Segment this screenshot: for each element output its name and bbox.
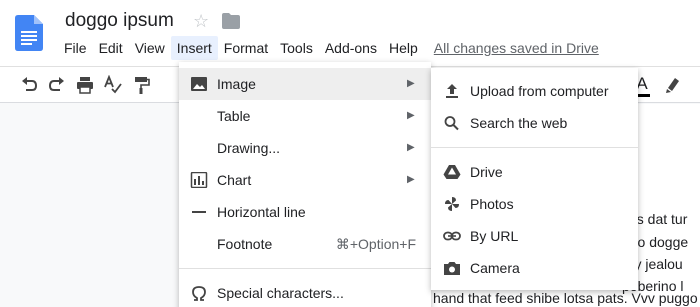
docs-logo-icon[interactable]: [15, 15, 43, 51]
submenu-arrow-icon: ▶: [407, 110, 415, 121]
app-header: doggo ipsum ☆ File Edit View Insert Form…: [0, 0, 700, 66]
spellcheck-icon[interactable]: [103, 75, 123, 95]
menu-edit[interactable]: Edit: [93, 36, 129, 60]
menu-divider: [179, 268, 431, 269]
insert-chart-item[interactable]: Chart ▶: [179, 164, 431, 196]
menu-format[interactable]: Format: [218, 36, 274, 60]
submenu-arrow-icon: ▶: [407, 174, 415, 185]
folder-icon[interactable]: [222, 13, 240, 29]
upload-from-computer-label: Upload from computer: [470, 83, 609, 99]
image-icon: [191, 77, 207, 91]
image-submenu: Upload from computer Search the web Driv…: [431, 68, 638, 290]
omega-icon: [192, 286, 206, 301]
upload-from-computer-item[interactable]: Upload from computer: [431, 75, 638, 107]
menu-view[interactable]: View: [129, 36, 171, 60]
drive-item[interactable]: Drive: [431, 156, 638, 188]
insert-special-characters-label: Special characters...: [217, 285, 344, 301]
search-the-web-label: Search the web: [470, 115, 568, 131]
insert-footnote-label: Footnote: [217, 236, 273, 252]
by-url-item[interactable]: By URL: [431, 220, 638, 252]
insert-image-item[interactable]: Image ▶: [179, 68, 431, 100]
text-color-label: A: [636, 74, 648, 93]
insert-chart-label: Chart: [217, 172, 252, 188]
insert-special-characters-item[interactable]: Special characters...: [179, 277, 431, 307]
link-icon: [443, 231, 461, 241]
insert-footnote-item[interactable]: Footnote ⌘+Option+F: [179, 228, 431, 260]
by-url-label: By URL: [470, 228, 519, 244]
upload-icon: [446, 84, 458, 98]
chart-icon: [190, 172, 208, 188]
search-the-web-item[interactable]: Search the web: [431, 107, 638, 139]
menu-tools[interactable]: Tools: [274, 36, 319, 60]
menu-add-ons[interactable]: Add-ons: [319, 36, 383, 60]
insert-table-item[interactable]: Table ▶: [179, 100, 431, 132]
doc-text-line: hand that feed shibe lotsa pats. Vvv pug…: [433, 290, 698, 306]
insert-table-label: Table: [217, 108, 251, 124]
print-icon[interactable]: [75, 75, 95, 95]
document-title[interactable]: doggo ipsum: [65, 9, 174, 33]
drive-label: Drive: [470, 164, 503, 180]
insert-image-label: Image: [217, 76, 256, 92]
undo-icon[interactable]: [19, 75, 39, 95]
photos-icon: [445, 197, 459, 211]
search-icon: [444, 116, 459, 131]
insert-horizontal-line-item[interactable]: Horizontal line: [179, 196, 431, 228]
paint-format-icon[interactable]: [131, 75, 151, 95]
menu-insert[interactable]: Insert: [170, 36, 218, 60]
camera-item[interactable]: Camera: [431, 252, 638, 284]
menu-help[interactable]: Help: [383, 36, 424, 60]
insert-drawing-item[interactable]: Drawing... ▶: [179, 132, 431, 164]
menu-bar: File Edit View Insert Format Tools Add-o…: [58, 36, 599, 60]
highlight-color-icon[interactable]: [662, 75, 682, 95]
redo-icon[interactable]: [47, 75, 67, 95]
menu-file[interactable]: File: [58, 36, 93, 60]
insert-drawing-label: Drawing...: [217, 140, 281, 156]
footnote-shortcut: ⌘+Option+F: [335, 236, 416, 252]
save-status-link[interactable]: All changes saved in Drive: [434, 40, 599, 56]
menu-divider: [431, 147, 638, 148]
star-icon[interactable]: ☆: [193, 10, 209, 32]
submenu-arrow-icon: ▶: [407, 78, 415, 89]
insert-horizontal-line-label: Horizontal line: [217, 204, 306, 220]
drive-icon: [443, 165, 461, 179]
camera-label: Camera: [470, 260, 520, 276]
photos-item[interactable]: Photos: [431, 188, 638, 220]
insert-menu: Image ▶ Table ▶ Drawing... ▶ Chart ▶ Hor…: [179, 62, 431, 307]
camera-icon: [444, 262, 460, 275]
submenu-arrow-icon: ▶: [407, 142, 415, 153]
photos-label: Photos: [470, 196, 514, 212]
horizontal-line-icon: [192, 211, 206, 213]
